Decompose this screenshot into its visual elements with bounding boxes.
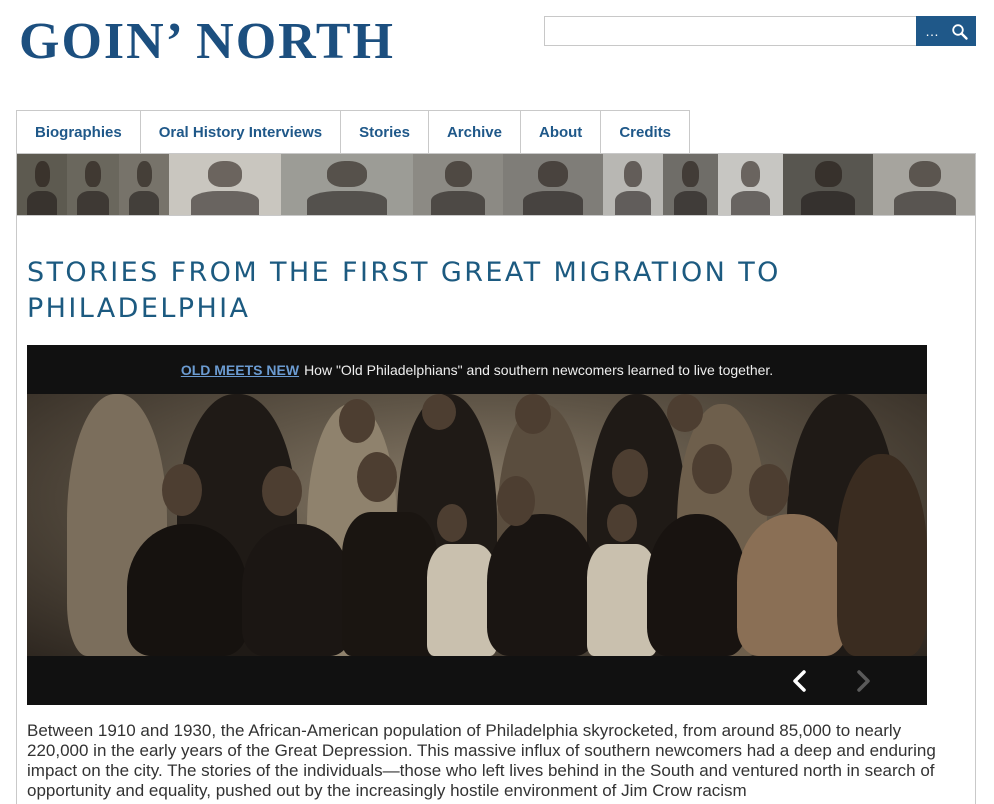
- search-form: …: [544, 16, 976, 46]
- slide-caption-text: How "Old Philadelphians" and southern ne…: [304, 361, 774, 378]
- photo-face: [749, 464, 789, 516]
- photo-face: [437, 504, 467, 542]
- header-photo: [783, 154, 873, 215]
- slider-controls: [27, 656, 927, 705]
- nav-oral-history-interviews[interactable]: Oral History Interviews: [141, 111, 342, 154]
- header-photo: [119, 154, 169, 215]
- photo-figure: [487, 514, 597, 656]
- site-title[interactable]: GOIN’ NORTH: [19, 12, 395, 72]
- photo-face: [357, 452, 397, 502]
- slide-caption: OLD MEETS NEW How "Old Philadelphians" a…: [27, 345, 927, 394]
- nav-credits[interactable]: Credits: [601, 111, 689, 154]
- search-input[interactable]: [544, 16, 917, 46]
- photo-face: [612, 449, 648, 497]
- photo-face: [422, 394, 456, 430]
- nav-about[interactable]: About: [521, 111, 602, 154]
- photo-face: [339, 399, 375, 443]
- page-title: STORIES FROM THE FIRST GREAT MIGRATION T…: [27, 257, 781, 324]
- header-photo: [873, 154, 975, 215]
- header-photo: [718, 154, 783, 215]
- header-photo: [603, 154, 663, 215]
- header-photo: [169, 154, 281, 215]
- slide-caption-link[interactable]: OLD MEETS NEW: [181, 362, 299, 378]
- nav-biographies[interactable]: Biographies: [17, 111, 141, 154]
- photo-figure: [737, 514, 847, 656]
- chevron-right-icon[interactable]: [850, 668, 876, 694]
- header-photo: [663, 154, 718, 215]
- photo-figure: [647, 514, 747, 656]
- search-button-label: …: [925, 23, 940, 39]
- search-button[interactable]: …: [916, 16, 976, 46]
- chevron-left-icon[interactable]: [787, 668, 813, 694]
- photo-face: [667, 394, 703, 432]
- header-photo: [413, 154, 503, 215]
- header-photo: [17, 154, 67, 215]
- photo-face: [692, 444, 732, 494]
- photo-face: [515, 394, 551, 434]
- photo-face: [162, 464, 202, 516]
- photo-face: [497, 476, 535, 526]
- nav-stories[interactable]: Stories: [341, 111, 429, 154]
- header-photo: [281, 154, 413, 215]
- photo-figure: [242, 524, 352, 656]
- intro-paragraph: Between 1910 and 1930, the African-Ameri…: [27, 721, 936, 800]
- search-icon: [952, 24, 968, 40]
- header-photo: [503, 154, 603, 215]
- story-slider[interactable]: OLD MEETS NEW How "Old Philadelphians" a…: [27, 345, 927, 705]
- header-photo: [67, 154, 119, 215]
- nav-archive[interactable]: Archive: [429, 111, 521, 154]
- photo-face: [262, 466, 302, 516]
- slide-photo[interactable]: [27, 394, 927, 656]
- photo-figure: [127, 524, 247, 656]
- main-nav: Biographies Oral History Interviews Stor…: [16, 110, 690, 154]
- photo-face: [607, 504, 637, 542]
- photo-figure: [342, 512, 437, 656]
- header-photo-strip: [16, 153, 976, 216]
- photo-figure: [837, 454, 927, 656]
